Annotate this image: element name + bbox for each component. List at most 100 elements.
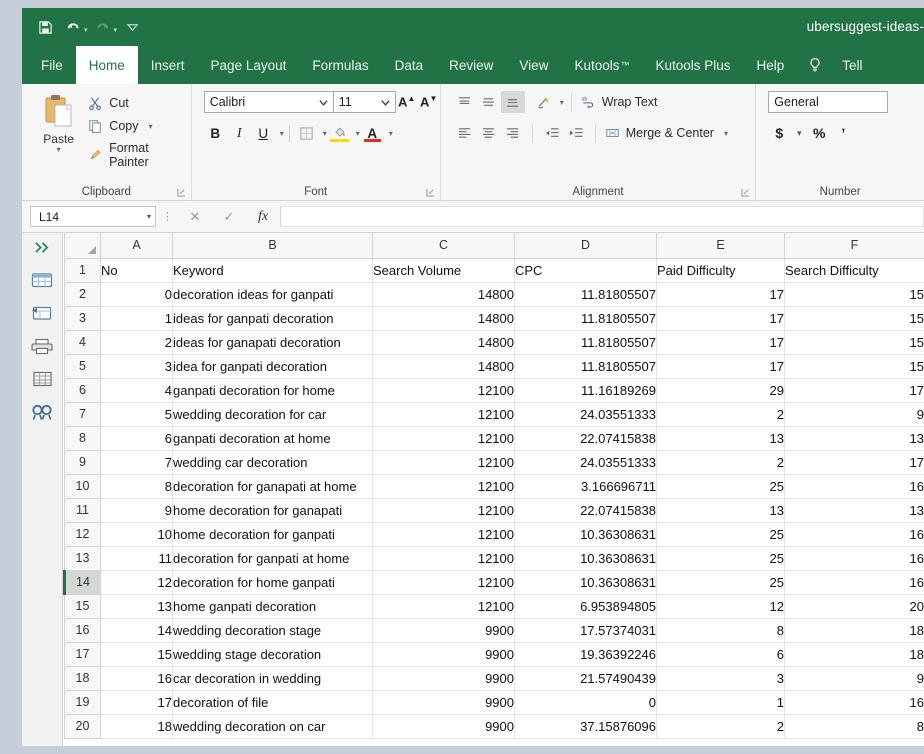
cell-f3[interactable]: 15	[784, 305, 924, 331]
tab-page-layout[interactable]: Page Layout	[198, 46, 300, 84]
align-middle-button[interactable]	[477, 91, 501, 113]
cell-f12[interactable]: 16	[784, 521, 924, 547]
cell-f1[interactable]: Search Difficulty	[784, 257, 924, 283]
cell-e6[interactable]: 29	[656, 377, 785, 403]
cell-a9[interactable]: 7	[100, 449, 173, 475]
font-dialog-launcher[interactable]	[426, 188, 435, 197]
wrap-text-button[interactable]: ab Wrap Text	[581, 95, 657, 109]
cell-f20[interactable]: 8	[784, 713, 924, 739]
cell-d3[interactable]: 11.81805507	[514, 305, 657, 331]
italic-button[interactable]: I	[228, 122, 251, 144]
cell-e19[interactable]: 1	[656, 689, 785, 715]
align-right-button[interactable]	[501, 122, 525, 144]
cell-f13[interactable]: 16	[784, 545, 924, 571]
cell-a2[interactable]: 0	[100, 281, 173, 307]
cell-f14[interactable]: 16	[784, 569, 924, 595]
cell-c15[interactable]: 12100	[372, 593, 515, 619]
align-bottom-button[interactable]	[500, 91, 525, 113]
cell-b3[interactable]: ideas for ganpati decoration	[172, 305, 373, 331]
cell-c18[interactable]: 9900	[372, 665, 515, 691]
increase-font-size-button[interactable]: A▲	[396, 94, 418, 109]
paste-dropdown-icon[interactable]: ▾	[57, 145, 61, 154]
tab-home[interactable]: Home	[75, 46, 138, 84]
cell-a6[interactable]: 4	[100, 377, 173, 403]
cell-b20[interactable]: wedding decoration on car	[172, 713, 373, 739]
cell-e4[interactable]: 17	[656, 329, 785, 355]
row-header-4[interactable]: 4	[64, 329, 101, 355]
cell-e15[interactable]: 12	[656, 593, 785, 619]
cell-b1[interactable]: Keyword	[172, 257, 373, 283]
cell-b4[interactable]: ideas for ganapati decoration	[172, 329, 373, 355]
insert-function-button[interactable]: fx	[246, 206, 280, 227]
row-header-10[interactable]: 10	[64, 473, 101, 499]
row-header-8[interactable]: 8	[64, 425, 101, 451]
column-header-e[interactable]: E	[656, 233, 785, 259]
clipboard-dialog-launcher[interactable]	[177, 188, 186, 197]
cell-f6[interactable]: 17	[784, 377, 924, 403]
cell-f11[interactable]: 13	[784, 497, 924, 523]
cell-f9[interactable]: 17	[784, 449, 924, 475]
tab-view[interactable]: View	[506, 46, 561, 84]
borders-button[interactable]	[295, 122, 318, 144]
row-header-13[interactable]: 13	[64, 545, 101, 571]
cell-c11[interactable]: 12100	[372, 497, 515, 523]
fill-color-button[interactable]	[328, 122, 351, 144]
cell-e5[interactable]: 17	[656, 353, 785, 379]
name-box-chevron-down-icon[interactable]: ▾	[147, 212, 151, 221]
cell-b2[interactable]: decoration ideas for ganpati	[172, 281, 373, 307]
cell-a13[interactable]: 11	[100, 545, 173, 571]
cell-d6[interactable]: 11.16189269	[514, 377, 657, 403]
cell-a14[interactable]: 12	[100, 569, 173, 595]
decrease-font-size-button[interactable]: A▼	[418, 94, 440, 109]
cell-d9[interactable]: 24.03551333	[514, 449, 657, 475]
cell-d5[interactable]: 11.81805507	[514, 353, 657, 379]
formula-input[interactable]	[280, 206, 924, 227]
format-painter-button[interactable]: Format Painter	[87, 141, 190, 169]
fill-color-dropdown-icon[interactable]: ▾	[356, 129, 360, 138]
cell-e17[interactable]: 6	[656, 641, 785, 667]
cell-d14[interactable]: 10.36308631	[514, 569, 657, 595]
number-format-combo[interactable]: General	[768, 91, 889, 113]
cell-c12[interactable]: 12100	[372, 521, 515, 547]
tab-data[interactable]: Data	[382, 46, 437, 84]
align-center-button[interactable]	[477, 122, 501, 144]
cell-b10[interactable]: decoration for ganapati at home	[172, 473, 373, 499]
cell-f16[interactable]: 18	[784, 617, 924, 643]
cell-b18[interactable]: car decoration in wedding	[172, 665, 373, 691]
row-header-9[interactable]: 9	[64, 449, 101, 475]
cell-b9[interactable]: wedding car decoration	[172, 449, 373, 475]
copy-dropdown-icon[interactable]: ▾	[148, 122, 152, 131]
column-header-a[interactable]: A	[100, 233, 173, 259]
column-header-d[interactable]: D	[514, 233, 657, 259]
cell-f10[interactable]: 16	[784, 473, 924, 499]
row-header-15[interactable]: 15	[64, 593, 101, 619]
tab-help[interactable]: Help	[744, 46, 798, 84]
font-name-combo[interactable]: Calibri	[203, 91, 334, 113]
cell-e18[interactable]: 3	[656, 665, 785, 691]
tab-kutools[interactable]: Kutools ™	[561, 46, 642, 84]
tab-tell-me[interactable]: Tell	[829, 46, 875, 84]
cancel-formula-button[interactable]: ✕	[178, 206, 212, 227]
cell-c9[interactable]: 12100	[372, 449, 515, 475]
cell-c17[interactable]: 9900	[372, 641, 515, 667]
cell-c6[interactable]: 12100	[372, 377, 515, 403]
cell-d11[interactable]: 22.07415838	[514, 497, 657, 523]
cell-d18[interactable]: 21.57490439	[514, 665, 657, 691]
cell-b16[interactable]: wedding decoration stage	[172, 617, 373, 643]
cell-e2[interactable]: 17	[656, 281, 785, 307]
cell-b14[interactable]: decoration for home ganpati	[172, 569, 373, 595]
row-header-1[interactable]: 1	[64, 257, 101, 283]
cell-d20[interactable]: 37.15876096	[514, 713, 657, 739]
cell-e7[interactable]: 2	[656, 401, 785, 427]
cell-d13[interactable]: 10.36308631	[514, 545, 657, 571]
cell-d4[interactable]: 11.81805507	[514, 329, 657, 355]
tab-review[interactable]: Review	[436, 46, 506, 84]
accounting-number-format-button[interactable]: $	[768, 123, 790, 143]
column-header-b[interactable]: B	[172, 233, 373, 259]
cell-a7[interactable]: 5	[100, 401, 173, 427]
cell-e9[interactable]: 2	[656, 449, 785, 475]
orientation-button[interactable]	[532, 91, 556, 113]
cell-c5[interactable]: 14800	[372, 353, 515, 379]
cell-c13[interactable]: 12100	[372, 545, 515, 571]
cell-a4[interactable]: 2	[100, 329, 173, 355]
